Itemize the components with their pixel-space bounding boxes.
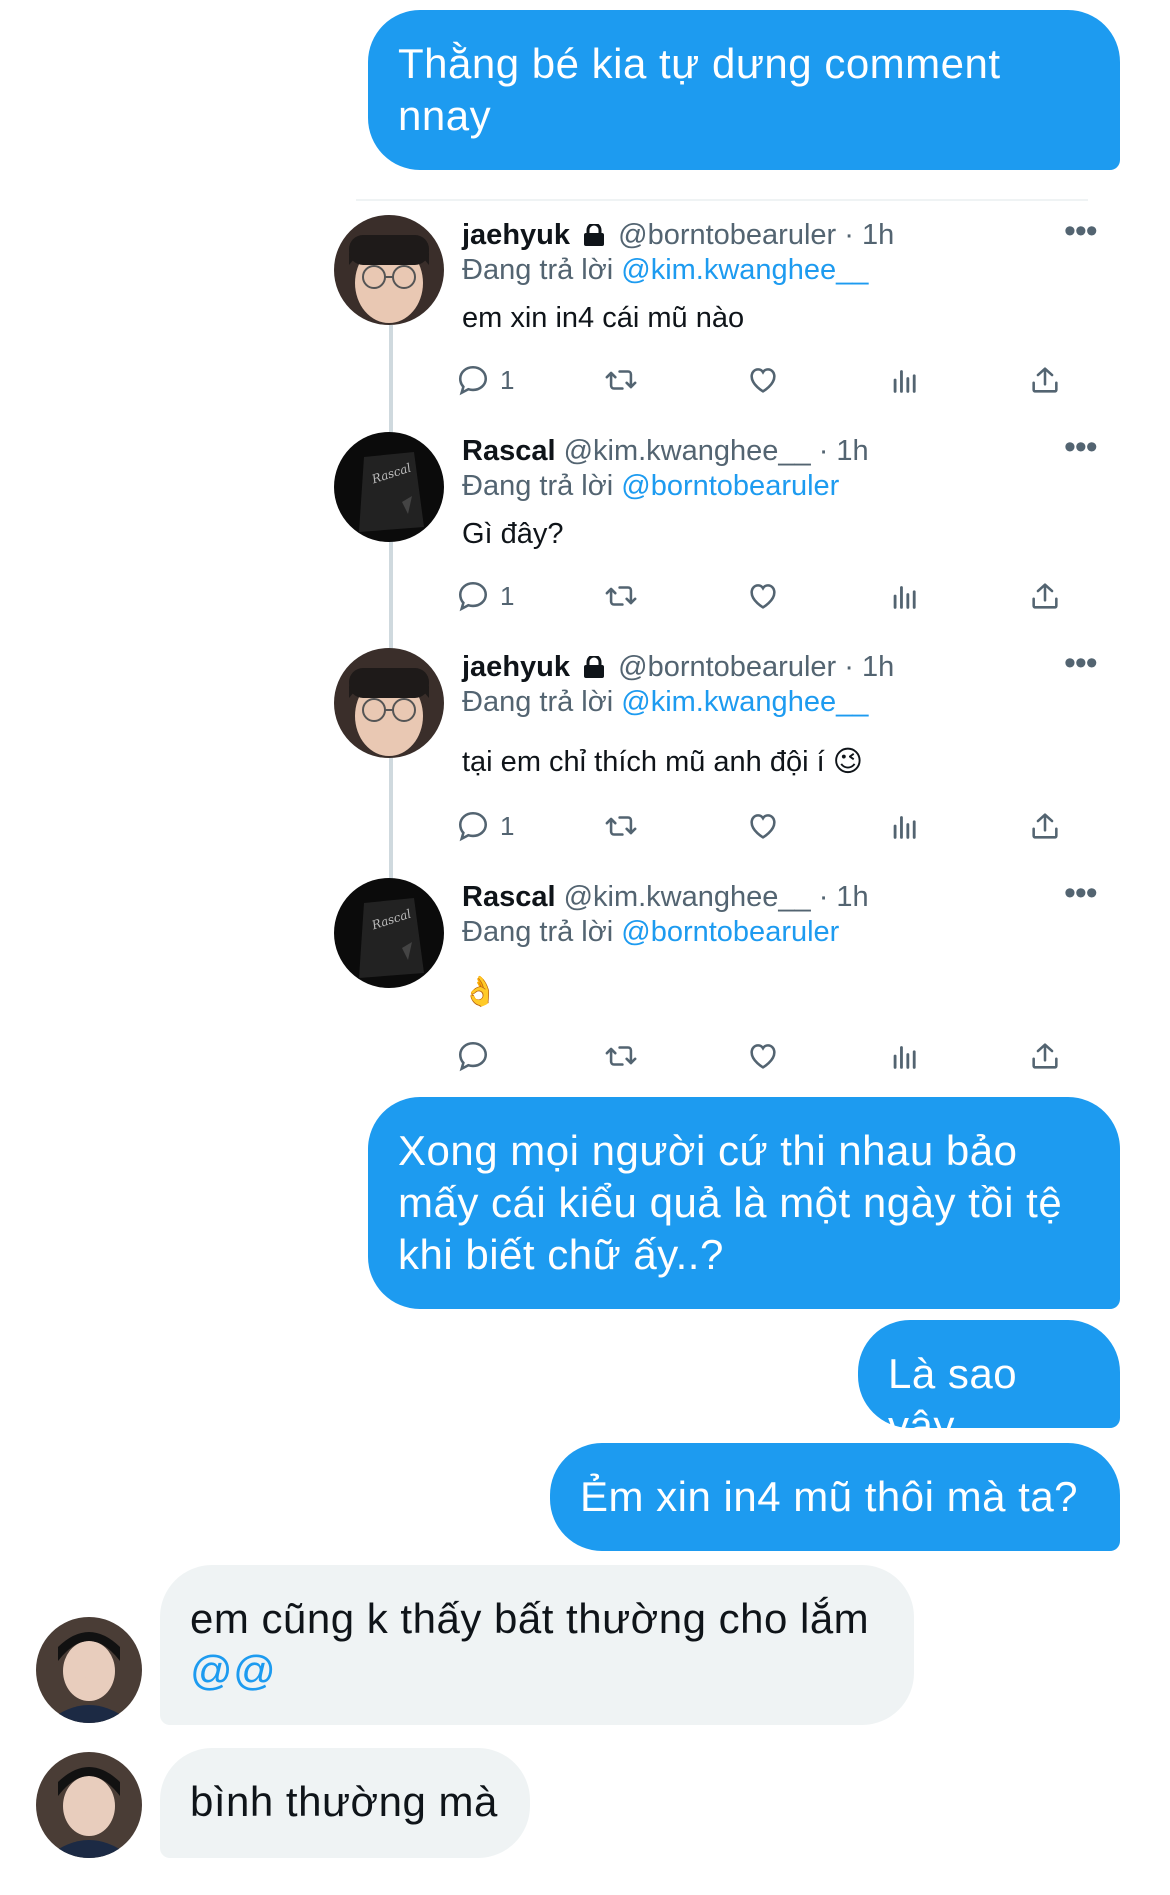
more-icon[interactable]: ••• [1064,644,1098,683]
lock-icon [584,224,605,246]
sender-avatar[interactable] [36,1617,142,1723]
tweet-text: tại em chỉ thích mũ anh đội í 😉 [462,746,863,778]
share-icon [1032,813,1058,839]
shared-tweet-divider [356,199,1088,201]
reply-prefix: Đang trả lời [462,916,614,948]
avatar-rascal[interactable]: Rascal [334,432,444,542]
reply-count: 1 [500,810,515,841]
message-text: Xong mọi người cứ thi nhau bảo mấy cái k… [398,1127,1063,1278]
like-icon [750,368,776,393]
retweet-button[interactable] [604,1036,638,1076]
tweet-action-bar [458,1036,1058,1076]
retweet-icon [605,1046,637,1066]
retweet-icon [605,586,637,606]
like-icon [750,1044,776,1069]
reply-prefix: Đang trả lời [462,686,614,718]
like-icon [750,584,776,609]
reply-count: 1 [500,364,515,395]
reply-icon [458,1041,488,1072]
message-text: Thằng bé kia tự dưng comment nnay [398,40,1001,139]
avatar-jaehyuk[interactable] [334,648,444,758]
analytics-icon [893,1046,916,1069]
reply-icon [458,811,488,842]
retweet-button[interactable] [604,806,638,846]
tweet-1[interactable]: jaehyuk @borntobearuler · 1h Đang trả lờ… [462,218,1102,336]
tweet-2[interactable]: Rascal @kim.kwanghee__ · 1h Đang trả lời… [462,434,1102,552]
thread-line [389,325,393,885]
reply-button[interactable]: 1 [456,576,514,616]
share-icon [1032,583,1058,609]
retweet-icon [605,370,637,390]
reply-mention[interactable]: @borntobearuler [621,470,839,502]
more-icon[interactable]: ••• [1064,874,1098,913]
analytics-button[interactable] [888,806,922,846]
reply-button[interactable]: 1 [456,360,514,400]
tweet-text: 👌 [462,976,499,1008]
reply-prefix: Đang trả lời [462,470,614,502]
share-icon [1032,1043,1058,1069]
reply-mention[interactable]: @kim.kwanghee__ [621,686,868,718]
message-mention[interactable]: @@ [190,1647,276,1694]
like-icon [750,814,776,839]
reply-mention[interactable]: @borntobearuler [621,916,839,948]
avatar-jaehyuk[interactable] [334,215,444,325]
message-text: bình thường mà [190,1778,498,1825]
more-icon[interactable]: ••• [1064,428,1098,467]
tweet-handle-time: @kim.kwanghee__ · 1h [563,435,869,467]
outgoing-message[interactable]: Là sao vậy [858,1320,1120,1449]
share-button[interactable] [1028,360,1062,400]
avatar-rascal[interactable]: Rascal [334,878,444,988]
message-text: Là sao vậy [888,1350,1018,1449]
reply-button[interactable] [456,1036,500,1076]
outgoing-message[interactable]: Thằng bé kia tự dưng comment nnay [368,10,1120,170]
tweet-text: em xin in4 cái mũ nào [462,302,745,334]
tweet-handle-time: @kim.kwanghee__ · 1h [563,881,869,913]
reply-prefix: Đang trả lời [462,254,614,286]
reply-mention[interactable]: @kim.kwanghee__ [621,254,868,286]
reply-icon [458,365,488,396]
tweet-action-bar: 1 [458,806,1058,846]
tweet-author-name[interactable]: Rascal [462,881,556,913]
lock-icon [584,656,605,678]
tweet-action-bar: 1 [458,576,1058,616]
tweet-handle-time: @borntobearuler · 1h [618,219,895,251]
incoming-message[interactable]: em cũng k thấy bất thường cho lắm @@ [160,1565,914,1725]
incoming-message[interactable]: bình thường mà [160,1748,530,1858]
more-icon[interactable]: ••• [1064,212,1098,251]
share-icon [1032,367,1058,393]
retweet-icon [605,816,637,836]
tweet-author-name[interactable]: jaehyuk [462,219,570,251]
reply-button[interactable]: 1 [456,806,514,846]
tweet-action-bar: 1 [458,360,1058,400]
like-button[interactable] [746,360,780,400]
like-button[interactable] [746,806,780,846]
message-text: Ẻm xin in4 mũ thôi mà ta? [580,1473,1079,1520]
like-button[interactable] [746,576,780,616]
retweet-button[interactable] [604,576,638,616]
analytics-icon [893,586,916,609]
outgoing-message[interactable]: Xong mọi người cứ thi nhau bảo mấy cái k… [368,1097,1120,1309]
analytics-button[interactable] [888,1036,922,1076]
share-button[interactable] [1028,1036,1062,1076]
reply-icon [458,581,488,612]
tweet-author-name[interactable]: jaehyuk [462,651,570,683]
reply-count: 1 [500,580,515,611]
message-text: em cũng k thấy bất thường cho lắm [190,1595,870,1642]
analytics-button[interactable] [888,576,922,616]
analytics-icon [893,816,916,839]
tweet-4[interactable]: Rascal @kim.kwanghee__ · 1h Đang trả lời… [462,880,1102,1010]
like-button[interactable] [746,1036,780,1076]
outgoing-message[interactable]: Ẻm xin in4 mũ thôi mà ta? [550,1443,1120,1551]
share-button[interactable] [1028,806,1062,846]
retweet-button[interactable] [604,360,638,400]
analytics-button[interactable] [888,360,922,400]
share-button[interactable] [1028,576,1062,616]
tweet-handle-time: @borntobearuler · 1h [618,651,895,683]
tweet-author-name[interactable]: Rascal [462,435,556,467]
sender-avatar[interactable] [36,1752,142,1858]
tweet-3[interactable]: jaehyuk @borntobearuler · 1h Đang trả lờ… [462,650,1102,780]
tweet-text: Gì đây? [462,518,564,550]
analytics-icon [893,370,916,393]
